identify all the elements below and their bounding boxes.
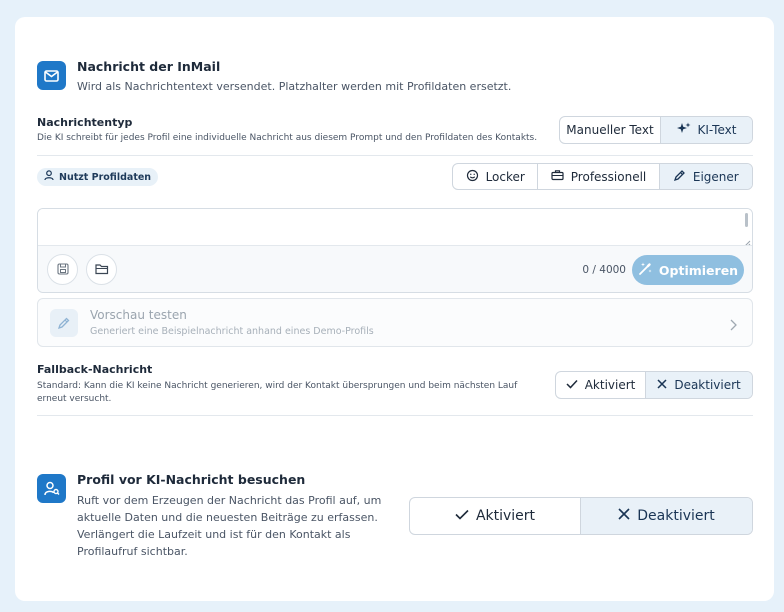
message-type-toggle: Manueller Text KI-Text — [559, 116, 753, 144]
editor-toolbar: 0 / 4000 Optimieren — [38, 245, 752, 292]
mail-icon — [37, 61, 66, 90]
scrollbar[interactable] — [745, 213, 748, 227]
save-icon — [56, 260, 69, 279]
inmail-title: Nachricht der InMail — [77, 59, 221, 74]
profile-visit-toggle: Aktiviert Deaktiviert — [409, 497, 753, 535]
close-icon — [618, 508, 630, 524]
fallback-hint: Standard: Kann die KI keine Nachricht ge… — [37, 381, 518, 404]
preview-title: Vorschau testen — [90, 308, 187, 322]
fallback-toggle: Aktiviert Deaktiviert — [555, 371, 753, 399]
open-template-button[interactable] — [86, 254, 117, 285]
preview-test-button[interactable]: Vorschau testen Generiert eine Beispieln… — [37, 298, 753, 347]
profile-visit-description: Ruft vor dem Erzeugen der Nachricht das … — [77, 494, 382, 558]
briefcase-icon — [551, 169, 564, 184]
fallback-disabled-option[interactable]: Deaktiviert — [646, 372, 752, 398]
user-search-icon — [37, 474, 66, 503]
check-icon — [566, 378, 578, 392]
chevron-right-icon — [730, 316, 737, 335]
fallback-label: Fallback-Nachricht — [37, 363, 153, 376]
profile-visit-disabled-option[interactable]: Deaktiviert — [581, 498, 752, 534]
sparkle-icon — [676, 122, 691, 139]
inmail-description: Wird als Nachrichtentext versendet. Plat… — [77, 80, 512, 93]
profile-data-badge: Nutzt Profildaten — [37, 168, 159, 186]
prompt-textarea[interactable] — [38, 209, 752, 245]
magic-wand-icon — [638, 261, 653, 279]
resize-handle-icon[interactable] — [743, 232, 751, 247]
settings-card: Nachricht der InMail Wird als Nachrichte… — [15, 17, 774, 601]
smile-icon — [466, 169, 479, 185]
preview-subtitle: Generiert eine Beispielnachricht anhand … — [90, 326, 374, 337]
fallback-enabled-option[interactable]: Aktiviert — [556, 372, 647, 398]
save-prompt-button[interactable] — [47, 254, 78, 285]
divider — [37, 155, 753, 156]
close-icon — [657, 378, 667, 392]
manual-text-option[interactable]: Manueller Text — [560, 117, 661, 143]
optimize-button[interactable]: Optimieren — [632, 255, 744, 285]
prompt-editor: 0 / 4000 Optimieren — [37, 208, 753, 293]
divider — [37, 415, 753, 416]
message-type-hint: Die KI schreibt für jedes Profil eine in… — [37, 133, 538, 143]
profile-visit-enabled-option[interactable]: Aktiviert — [410, 498, 581, 534]
message-type-label: Nachrichtentyp — [37, 116, 133, 129]
character-counter: 0 / 4000 — [582, 264, 626, 276]
check-icon — [455, 508, 469, 524]
tone-toggle: Locker Professionell Eigener — [452, 163, 753, 190]
profile-visit-title: Profil vor KI-Nachricht besuchen — [77, 472, 306, 487]
pen-icon — [673, 169, 686, 185]
tone-professional-option[interactable]: Professionell — [538, 164, 660, 189]
pencil-icon — [50, 309, 78, 337]
ai-text-option[interactable]: KI-Text — [660, 117, 752, 143]
tone-casual-option[interactable]: Locker — [453, 164, 539, 189]
user-icon — [44, 170, 55, 184]
folder-icon — [94, 260, 109, 279]
tone-custom-option[interactable]: Eigener — [659, 164, 752, 189]
